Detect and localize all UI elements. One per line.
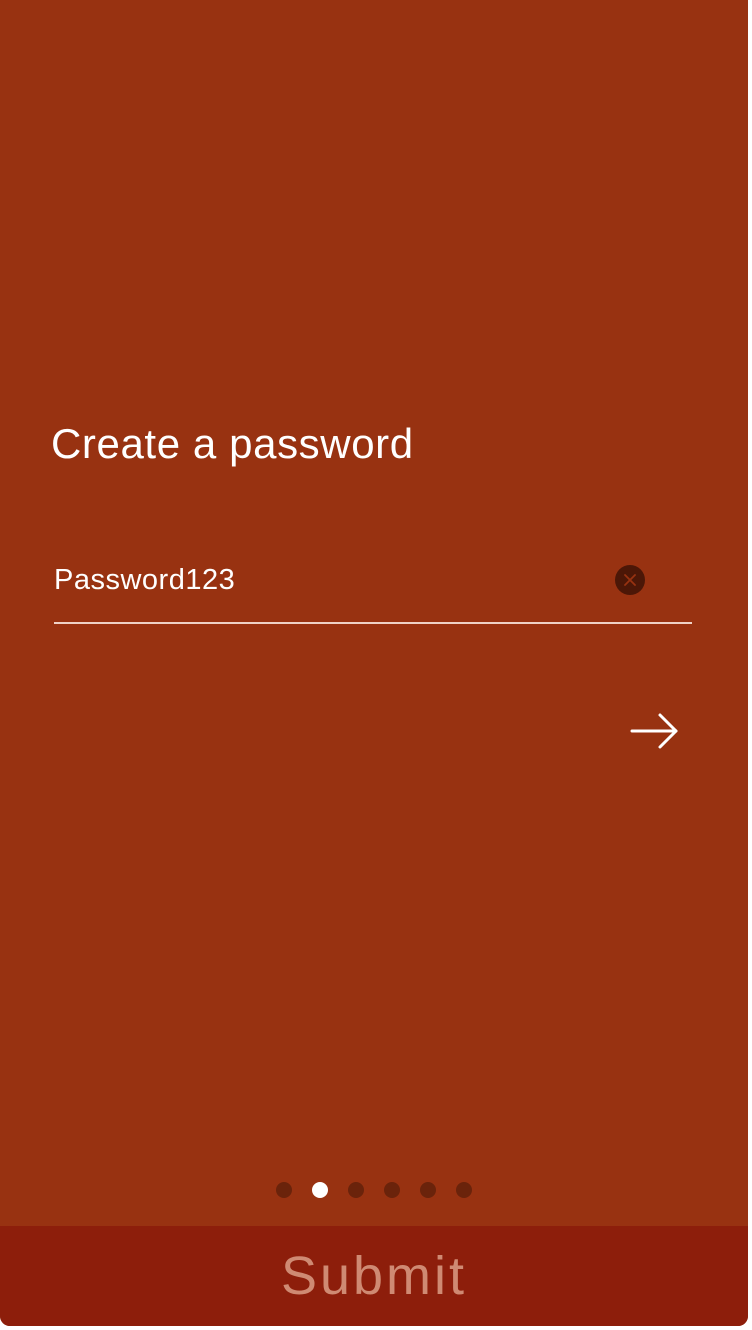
page-dot-4[interactable] (384, 1182, 400, 1198)
clear-input-button[interactable] (615, 565, 645, 595)
page-dot-3[interactable] (348, 1182, 364, 1198)
app-screen: Create a password Submit (0, 0, 748, 1326)
submit-button[interactable]: Submit (0, 1226, 748, 1326)
arrow-right-icon (630, 713, 678, 749)
page-dot-1[interactable] (276, 1182, 292, 1198)
next-button[interactable] (624, 708, 684, 754)
password-input[interactable] (54, 560, 594, 600)
password-field (54, 552, 692, 624)
page-dot-2-active[interactable] (312, 1182, 328, 1198)
pagination-dots (0, 1182, 748, 1198)
page-dot-5[interactable] (420, 1182, 436, 1198)
close-icon (624, 574, 636, 586)
page-title: Create a password (51, 420, 414, 467)
page-dot-6[interactable] (456, 1182, 472, 1198)
